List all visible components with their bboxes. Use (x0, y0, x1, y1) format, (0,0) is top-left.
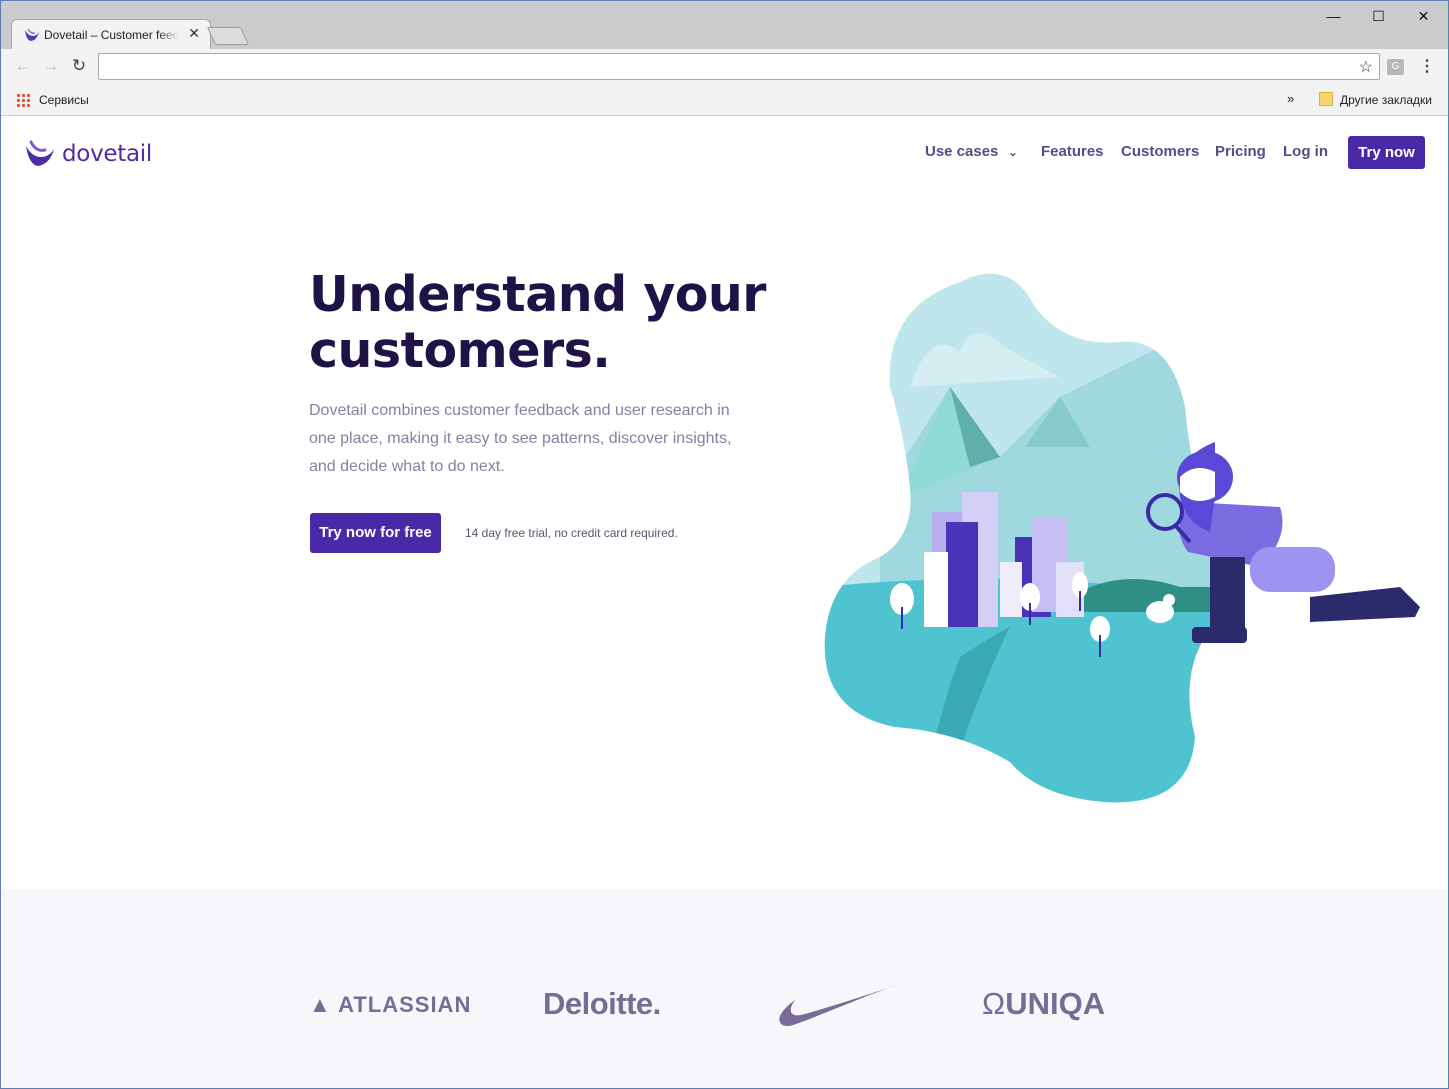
atlassian-logo: ▲ ATLASSIAN (309, 992, 471, 1018)
dovetail-logo[interactable]: dovetail (24, 139, 152, 169)
uniqa-symbol-icon: Ω (982, 986, 1006, 1021)
atlassian-triangle-icon: ▲ (309, 992, 332, 1017)
try-now-button[interactable]: Try now (1348, 136, 1425, 169)
tab-close-icon[interactable]: ✕ (188, 25, 200, 42)
uniqa-logo: ΩUNIQA (982, 986, 1105, 1022)
chevron-down-icon: ⌄ (1008, 147, 1018, 159)
nav-login[interactable]: Log in (1283, 143, 1328, 160)
hero-title: Understand your customers. (309, 267, 829, 379)
try-now-for-free-button[interactable]: Try now for free (310, 513, 441, 553)
address-bar[interactable]: ☆ (98, 53, 1380, 80)
browser-toolbar: ← → ↻ ☆ G ⋮ (1, 49, 1448, 85)
atlassian-wordmark: ATLASSIAN (338, 992, 472, 1017)
landscape-blob (824, 273, 1224, 803)
close-window-button[interactable]: ✕ (1401, 5, 1446, 27)
browser-window: Dovetail – Customer feedback ✕ — ☐ ✕ ← →… (0, 0, 1449, 1089)
hero-title-line1: Understand your (309, 266, 766, 323)
nav-use-cases-label: Use cases (925, 143, 999, 160)
back-arrow-icon[interactable]: ← (12, 55, 34, 77)
bookmark-star-icon[interactable]: ☆ (1359, 57, 1373, 77)
dovetail-bird-icon (26, 140, 54, 166)
folder-icon (1319, 92, 1333, 106)
customer-logos-band: ▲ ATLASSIAN Deloitte. ΩUNIQA (2, 889, 1448, 1088)
nike-swoosh-logo (779, 985, 897, 1027)
reload-icon[interactable]: ↻ (68, 55, 90, 77)
nav-use-cases[interactable]: Use cases ⌄ (925, 143, 1018, 160)
web-page: dovetail Use cases ⌄ Features Customers P… (2, 117, 1448, 1088)
apps-bookmark[interactable]: Сервисы (39, 93, 89, 107)
tab-title: Dovetail – Customer feedback (44, 28, 179, 42)
nav-features[interactable]: Features (1041, 143, 1104, 160)
maximize-button[interactable]: ☐ (1356, 5, 1401, 27)
trial-note: 14 day free trial, no credit card requir… (465, 526, 678, 540)
hero-illustration (824, 273, 1420, 803)
deloitte-logo: Deloitte. (543, 986, 661, 1021)
forward-arrow-icon[interactable]: → (40, 55, 62, 77)
browser-menu-icon[interactable]: ⋮ (1419, 56, 1435, 76)
other-bookmarks[interactable]: Другие закладки (1340, 93, 1432, 107)
minimize-button[interactable]: — (1311, 5, 1356, 27)
apps-grid-icon[interactable] (16, 93, 30, 107)
nav-pricing[interactable]: Pricing (1215, 143, 1266, 160)
nav-customers[interactable]: Customers (1121, 143, 1199, 160)
active-tab[interactable]: Dovetail – Customer feedback ✕ (11, 19, 211, 49)
hero-subtitle: Dovetail combines customer feedback and … (309, 402, 732, 475)
dovetail-favicon-icon (25, 28, 39, 41)
bookmarks-bar: Сервисы » Другие закладки (1, 85, 1448, 116)
bookmarks-overflow-icon[interactable]: » (1287, 91, 1294, 106)
new-tab-button[interactable] (206, 27, 250, 45)
logo-text: dovetail (62, 141, 152, 167)
extension-icon[interactable]: G (1387, 59, 1404, 75)
uniqa-wordmark: UNIQA (1005, 986, 1106, 1021)
hero-title-line2: customers. (309, 322, 611, 379)
title-bar: Dovetail – Customer feedback ✕ — ☐ ✕ (1, 1, 1448, 49)
